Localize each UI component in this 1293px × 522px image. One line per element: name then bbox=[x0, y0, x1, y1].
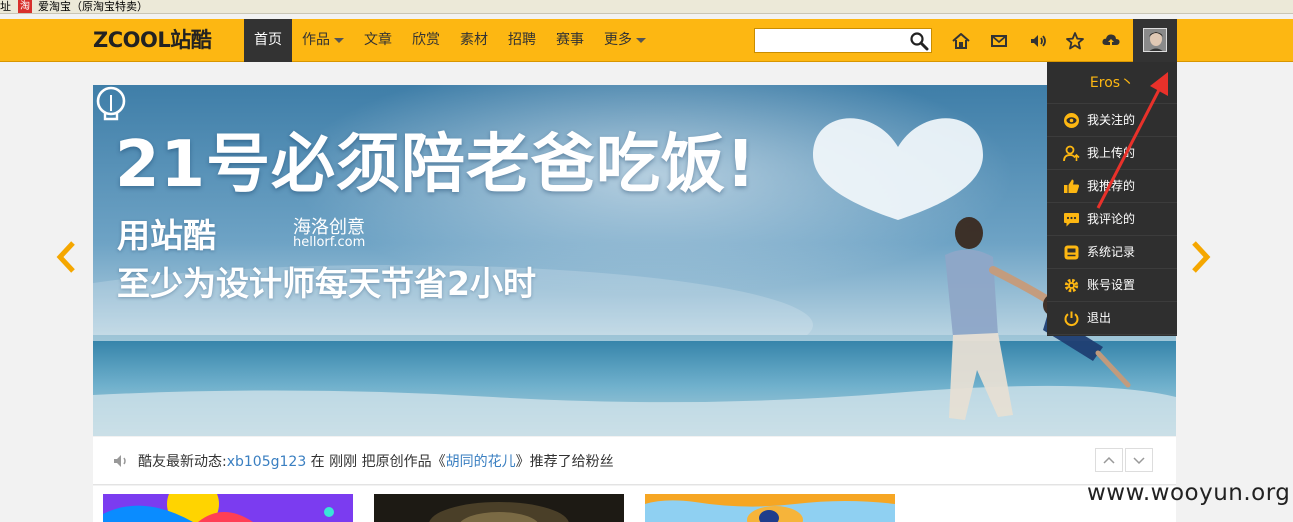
user-avatar-button[interactable] bbox=[1133, 19, 1177, 62]
banner-headline: 21号必须陪老爸吃饭! bbox=[115, 128, 757, 202]
carousel-prev-icon[interactable] bbox=[54, 240, 78, 274]
banner-subline-2: 至少为设计师每天节省2小时 bbox=[117, 264, 536, 303]
speaker-icon bbox=[114, 455, 126, 467]
works-grid bbox=[93, 486, 1176, 522]
main-nav: 首页 作品 文章 欣赏 素材 招聘 赛事 更多 bbox=[244, 19, 656, 62]
watermark-text: www.wooyun.org bbox=[1087, 480, 1291, 506]
home-icon[interactable] bbox=[950, 30, 972, 52]
bookmark-link[interactable]: 爱淘宝（原淘宝特卖） bbox=[38, 0, 148, 13]
nav-more[interactable]: 更多 bbox=[594, 19, 656, 62]
nav-articles[interactable]: 文章 bbox=[354, 19, 402, 62]
carousel-next-icon[interactable] bbox=[1189, 240, 1213, 274]
menu-item-following[interactable]: 我关注的 bbox=[1047, 104, 1177, 137]
menu-item-logout[interactable]: 退出 bbox=[1047, 302, 1177, 335]
menu-item-system-log[interactable]: 系统记录 bbox=[1047, 236, 1177, 269]
work-thumbnail[interactable] bbox=[645, 494, 895, 522]
chevron-up-icon bbox=[1103, 456, 1115, 464]
menu-item-uploads[interactable]: 我上传的 bbox=[1047, 137, 1177, 170]
banner-subline-1: 用站酷 bbox=[117, 216, 216, 255]
work-thumbnail[interactable] bbox=[103, 494, 353, 522]
taobao-favicon: 淘 bbox=[18, 0, 32, 13]
star-icon[interactable] bbox=[1064, 30, 1086, 52]
search-input[interactable] bbox=[759, 31, 907, 50]
power-icon bbox=[1064, 311, 1079, 326]
feed-prev-button[interactable] bbox=[1095, 448, 1123, 472]
nav-materials[interactable]: 素材 bbox=[450, 19, 498, 62]
chevron-down-icon bbox=[334, 37, 344, 43]
menu-item-recommended[interactable]: 我推荐的 bbox=[1047, 170, 1177, 203]
avatar bbox=[1143, 28, 1167, 52]
menu-item-account-settings[interactable]: 账号设置 bbox=[1047, 269, 1177, 302]
speaker-icon[interactable] bbox=[1027, 30, 1049, 52]
partner-brand-url: hellorf.com bbox=[293, 235, 366, 250]
user-dropdown-menu: Eros丶 我关注的 我上传的 我推荐的 我评论的 系统记录 账号设置 退出 bbox=[1047, 62, 1177, 336]
activity-feed: 酷友最新动态:xb105g123 在 刚刚 把原创作品《胡同的花儿》推荐了给粉丝 bbox=[93, 437, 1176, 485]
comment-icon bbox=[1064, 213, 1079, 227]
bookmark-prefix: 址 bbox=[0, 0, 11, 13]
nav-home[interactable]: 首页 bbox=[244, 19, 292, 62]
nav-works[interactable]: 作品 bbox=[292, 19, 354, 62]
feed-user-link[interactable]: xb105g123 bbox=[227, 454, 307, 470]
top-nav-bar: ZCOOL站酷 首页 作品 文章 欣赏 素材 招聘 赛事 更多 bbox=[0, 19, 1293, 62]
thumbs-up-icon bbox=[1064, 179, 1080, 193]
mail-icon[interactable] bbox=[988, 30, 1010, 52]
record-icon bbox=[1064, 245, 1079, 260]
chevron-down-icon bbox=[1133, 457, 1145, 465]
bookmarks-bar: 址 淘 爱淘宝（原淘宝特卖） bbox=[0, 0, 1293, 14]
eye-icon bbox=[1064, 113, 1079, 128]
nav-jobs[interactable]: 招聘 bbox=[498, 19, 546, 62]
nav-contests[interactable]: 赛事 bbox=[546, 19, 594, 62]
username-link[interactable]: Eros丶 bbox=[1047, 62, 1177, 104]
hero-banner[interactable]: 21号必须陪老爸吃饭! 用站酷 海洛创意 hellorf.com 至少为设计师每… bbox=[93, 85, 1176, 436]
user-upload-icon bbox=[1063, 145, 1080, 162]
feed-next-button[interactable] bbox=[1125, 448, 1153, 472]
search-box bbox=[754, 28, 932, 53]
menu-item-comments[interactable]: 我评论的 bbox=[1047, 203, 1177, 236]
feed-text: 酷友最新动态:xb105g123 在 刚刚 把原创作品《胡同的花儿》推荐了给粉丝 bbox=[138, 454, 614, 470]
search-icon[interactable] bbox=[909, 31, 929, 51]
site-logo[interactable]: ZCOOL站酷 bbox=[93, 27, 212, 53]
upload-icon[interactable] bbox=[1100, 30, 1122, 52]
feed-work-link[interactable]: 胡同的花儿 bbox=[446, 454, 516, 470]
bulb-logo-icon bbox=[96, 86, 126, 121]
nav-appreciate[interactable]: 欣赏 bbox=[402, 19, 450, 62]
gear-icon bbox=[1064, 278, 1079, 293]
chevron-down-icon bbox=[636, 37, 646, 43]
work-thumbnail[interactable] bbox=[374, 494, 624, 522]
